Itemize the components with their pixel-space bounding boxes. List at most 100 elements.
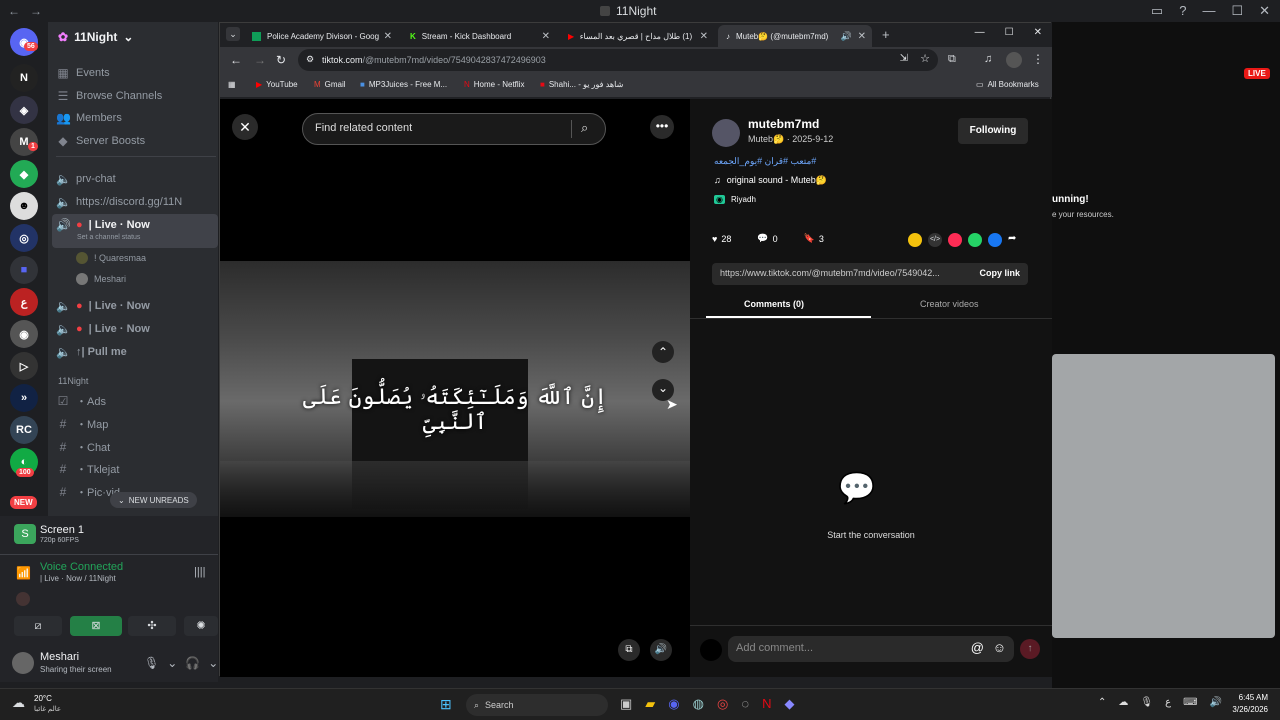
install-icon[interactable]: ⇲	[900, 53, 908, 64]
menu-server-boosts[interactable]: ◆ Server Boosts	[56, 131, 216, 151]
emoji-icon[interactable]: ☺	[993, 640, 1006, 655]
reload-icon[interactable]: ↻	[276, 53, 286, 67]
repost-icon[interactable]	[908, 233, 922, 247]
address-bar[interactable]: ⚙ tiktok.com/@mutebm7md/video/7549042837…	[298, 49, 938, 71]
close-tab-icon[interactable]: ✕	[542, 31, 550, 42]
mic-icon[interactable]: 🎙	[144, 656, 159, 670]
bookmark-netflix[interactable]: N Home - Netflix	[464, 80, 524, 89]
activities-button[interactable]: ✣	[128, 616, 176, 636]
forward-icon[interactable]: →	[254, 53, 266, 67]
sound-row[interactable]: ♫ original sound - Muteb🤔	[714, 175, 827, 186]
back-icon[interactable]: ←	[230, 53, 242, 67]
task-view-icon[interactable]: ▣	[620, 696, 632, 712]
voice-user[interactable]: Meshari	[76, 269, 218, 289]
author-avatar[interactable]	[712, 119, 740, 147]
search-bar[interactable]: Find related content ⌕	[302, 113, 606, 145]
like-button[interactable]: ♥ 28	[712, 233, 731, 244]
network-icon[interactable]: ⌨	[1183, 697, 1197, 708]
discord-icon[interactable]: ◉	[668, 696, 679, 712]
tab-police-academy[interactable]: Police Academy Divison - Goog ✕	[244, 25, 398, 47]
audio-icon[interactable]: 🔊	[841, 31, 852, 42]
chevron-up-icon[interactable]: ⌃	[1098, 697, 1106, 708]
file-explorer-icon[interactable]: ▰	[645, 696, 655, 712]
whatsapp-icon[interactable]	[968, 233, 982, 247]
hashtags[interactable]: #متعب #قران #يوم_الجمعه	[714, 156, 816, 167]
channel-prv-chat[interactable]: 🔈 prv-chat	[56, 169, 216, 189]
language-indicator[interactable]: ع	[1165, 697, 1171, 708]
soundboard-button[interactable]: ✺	[184, 616, 218, 636]
start-icon[interactable]: ⊞	[440, 696, 452, 713]
forward-icon[interactable]: →	[30, 4, 42, 18]
bookmark-shahid[interactable]: ■ Shahi... - شاهد فور يو	[540, 80, 623, 89]
volume-icon[interactable]: 🔊	[1210, 697, 1222, 708]
video-link[interactable]: https://www.tiktok.com/@mutebm7md/video/…	[720, 268, 940, 278]
folder-icon[interactable]: ■	[10, 256, 38, 284]
clock-date[interactable]: 3/26/2026	[1222, 705, 1268, 714]
chevron-down-icon[interactable]: ⌄	[167, 656, 177, 670]
server-icon[interactable]: RC	[10, 416, 38, 444]
channel-chat[interactable]: # ・Chat	[56, 437, 216, 457]
share-icon[interactable]: ➦	[1008, 233, 1016, 247]
bookmark-gmail[interactable]: M Gmail	[314, 80, 346, 89]
server-icon[interactable]: ▷	[10, 352, 38, 380]
soundwave-icon[interactable]: ||||	[194, 566, 205, 578]
bookmark-mp3juices[interactable]: ■ MP3Juices - Free M...	[360, 80, 447, 89]
more-options-button[interactable]: •••	[650, 115, 674, 139]
previous-video-button[interactable]: ⌃	[652, 341, 674, 363]
extensions-icon[interactable]: ⧉	[948, 53, 956, 66]
comment-button[interactable]: 💬 0	[757, 233, 777, 244]
menu-events[interactable]: ▦ Events	[56, 63, 216, 83]
channel-live-now-3[interactable]: 🔈 ● | Live · Now	[56, 319, 216, 339]
tab-tiktok[interactable]: ♪ Muteb🤔 (@mutebm7md) 🔊 ✕	[718, 25, 872, 47]
channel-live-now-2[interactable]: 🔈 ● | Live · Now	[56, 296, 216, 316]
server-icon[interactable]: ◎	[10, 224, 38, 252]
category-11night[interactable]: 11Night	[58, 376, 88, 386]
close-video-button[interactable]: ✕	[232, 114, 258, 140]
inbox-icon[interactable]: ▭	[1151, 3, 1163, 19]
bookmark-youtube[interactable]: ▶ YouTube	[256, 80, 298, 89]
embed-icon[interactable]: </>	[928, 233, 942, 247]
channel-pull-me[interactable]: 🔈 ↑| Pull me	[56, 342, 216, 362]
clock-time[interactable]: 6:45 AM	[1228, 693, 1268, 702]
channel-map[interactable]: # ・Map	[56, 414, 216, 434]
taskbar-search[interactable]: ⌕ Search	[466, 694, 608, 716]
chrome-icon[interactable]: ◎	[717, 696, 728, 712]
app-icon[interactable]: ◆	[784, 696, 794, 712]
tab-youtube[interactable]: ▶ (1) طلال مداح | قصري بعد المساء ✕	[560, 25, 714, 47]
server-icon[interactable]: »	[10, 384, 38, 412]
apps-icon[interactable]: ▦	[228, 80, 236, 89]
save-button[interactable]: 🔖 3	[804, 233, 824, 244]
voice-user[interactable]: ! Quaresmaa	[76, 248, 218, 268]
search-icon[interactable]: ⌕	[581, 120, 588, 136]
channel-tklejat[interactable]: # ・Tklejat	[56, 459, 216, 479]
tab-creator-videos[interactable]: Creator videos	[920, 299, 979, 309]
volume-button[interactable]: 🔊	[650, 639, 672, 661]
weather-icon[interactable]: ☁	[12, 695, 25, 711]
new-tab-icon[interactable]: +	[882, 27, 890, 42]
netflix-icon[interactable]: N	[762, 696, 771, 712]
profile-avatar[interactable]	[1006, 52, 1022, 68]
menu-icon[interactable]: ⋮	[1032, 52, 1044, 66]
location-row[interactable]: ◉ Riyadh	[714, 195, 756, 204]
channel-invite[interactable]: 🔈 https://discord.gg/11N	[56, 192, 216, 212]
server-header[interactable]: ✿ 11Night ⌄	[58, 30, 133, 44]
server-icon[interactable]: ◉	[10, 320, 38, 348]
bookmark-star-icon[interactable]: ☆	[920, 52, 930, 65]
server-icon[interactable]: N	[10, 64, 38, 92]
server-icon[interactable]: ◈	[10, 96, 38, 124]
steam-icon[interactable]: ◍	[693, 696, 704, 712]
close-tab-icon[interactable]: ✕	[858, 31, 866, 42]
minimize-icon[interactable]: —	[1202, 3, 1215, 19]
stop-share-button[interactable]: ⊠	[70, 616, 122, 636]
app-icon[interactable]: ◌	[741, 696, 749, 712]
close-icon[interactable]: ✕	[1034, 27, 1042, 38]
media-icon[interactable]: ♫	[984, 53, 992, 65]
tray-app-icon[interactable]: ☁	[1118, 697, 1128, 708]
server-icon[interactable]: ◆	[10, 160, 38, 188]
channel-status[interactable]: Set a channel status	[77, 234, 140, 241]
help-icon[interactable]: ?	[1179, 3, 1186, 19]
avatar[interactable]	[12, 652, 34, 674]
back-icon[interactable]: ←	[8, 4, 20, 18]
maximize-icon[interactable]: ☐	[1231, 3, 1243, 19]
tab-kick-dashboard[interactable]: K Stream - Kick Dashboard ✕	[402, 25, 556, 47]
